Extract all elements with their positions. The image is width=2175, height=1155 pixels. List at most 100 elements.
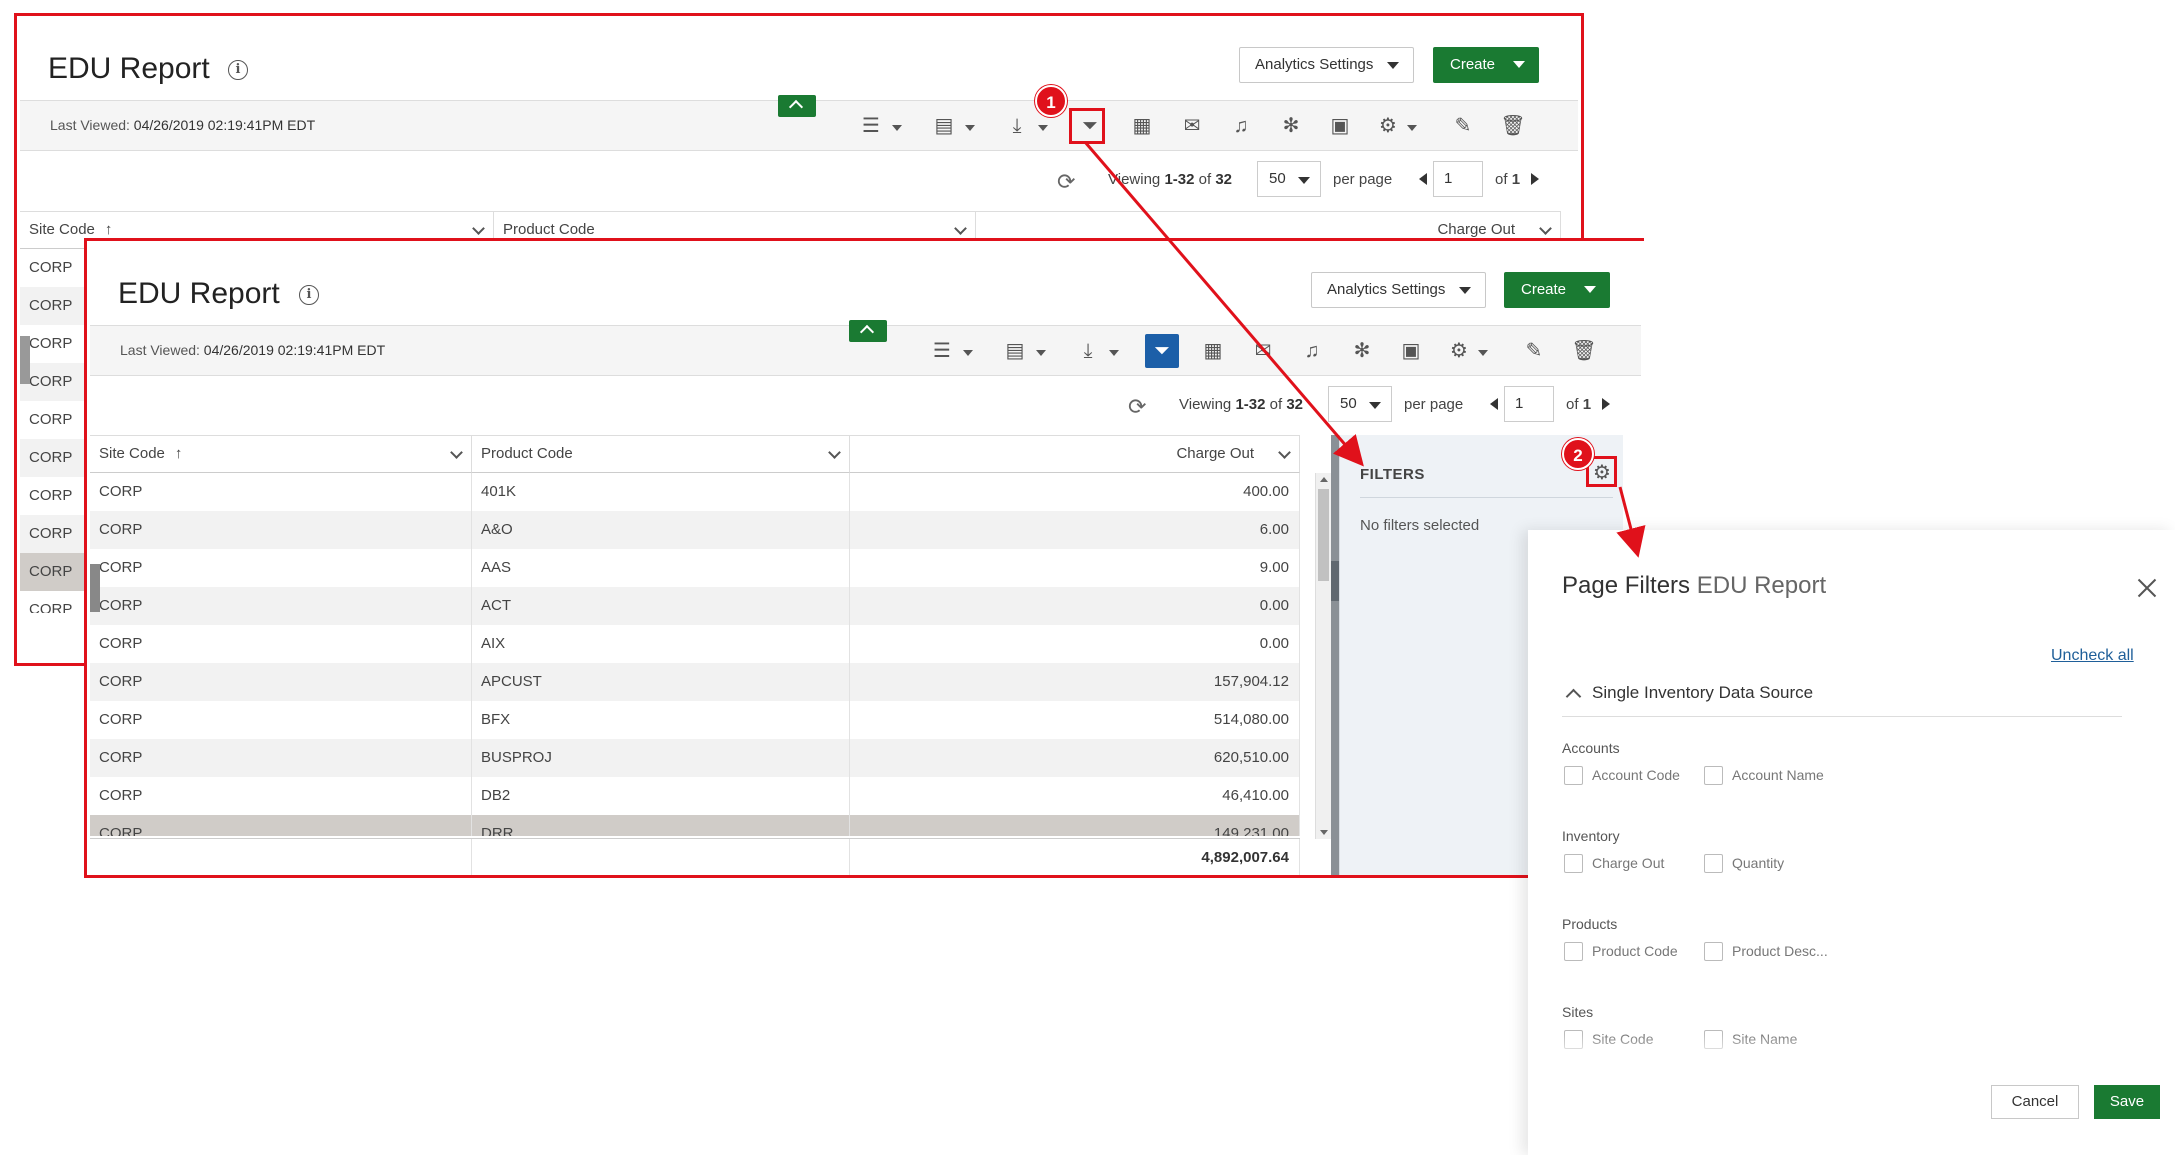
- checkbox-quantity[interactable]: Quantity: [1704, 854, 1784, 873]
- filters-panel-splitter[interactable]: [1331, 435, 1339, 875]
- charge-out-cell: 6.00: [850, 511, 1300, 549]
- download-icon[interactable]: ⤓: [1004, 113, 1030, 139]
- analytics-settings-button[interactable]: Analytics Settings: [1239, 47, 1415, 83]
- caret-down-icon[interactable]: [1407, 125, 1417, 131]
- close-icon[interactable]: [2135, 576, 2159, 600]
- chevron-down-icon[interactable]: [1539, 222, 1552, 235]
- info-icon[interactable]: i: [228, 60, 248, 80]
- product-code-cell: DRR: [472, 815, 850, 836]
- column-header-product-code[interactable]: Product Code: [472, 435, 850, 473]
- alert-bell-icon[interactable]: ♫: [1299, 338, 1325, 364]
- checkbox-account-name[interactable]: Account Name: [1704, 766, 1824, 785]
- save-report-icon[interactable]: ▣: [1398, 338, 1424, 364]
- page-number-input[interactable]: 1: [1433, 161, 1483, 197]
- report-icon[interactable]: ▦: [1129, 113, 1155, 139]
- group-label: Inventory: [1562, 828, 1620, 844]
- analytics-settings-button[interactable]: Analytics Settings: [1311, 272, 1487, 308]
- email-icon[interactable]: ✉: [1179, 113, 1205, 139]
- panel-toggle-handle[interactable]: [20, 336, 30, 384]
- caret-down-icon[interactable]: [1038, 125, 1048, 131]
- table-view-icon[interactable]: ☰: [929, 338, 955, 364]
- table-scrollbar[interactable]: [1315, 473, 1331, 839]
- table-row[interactable]: CORP BUSPROJ 620,510.00: [90, 739, 1300, 777]
- create-button[interactable]: Create: [1504, 272, 1611, 308]
- sort-ascending-icon[interactable]: ↑: [105, 221, 113, 238]
- site-code-cell: CORP: [90, 663, 472, 701]
- table-row[interactable]: CORP BFX 514,080.00: [90, 701, 1300, 739]
- edit-icon[interactable]: ✎: [1450, 113, 1476, 139]
- caret-down-icon[interactable]: [892, 125, 902, 131]
- checkbox-product-code[interactable]: Product Code: [1564, 942, 1678, 961]
- table-row[interactable]: CORP DRR 149,231.00: [90, 815, 1300, 836]
- pivot-icon[interactable]: ✻: [1278, 113, 1304, 139]
- caret-down-icon[interactable]: [963, 350, 973, 356]
- table-view-icon[interactable]: ☰: [858, 113, 884, 139]
- prev-page-icon[interactable]: [1419, 173, 1427, 185]
- delete-icon[interactable]: 🗑: [1500, 113, 1526, 139]
- settings-icon[interactable]: ⚙: [1375, 113, 1401, 139]
- caret-down-icon[interactable]: [1036, 350, 1046, 356]
- chevron-down-icon[interactable]: [450, 446, 463, 459]
- email-icon[interactable]: ✉: [1250, 338, 1276, 364]
- table-row[interactable]: CORP 401K 400.00: [90, 473, 1300, 511]
- create-label: Create: [1521, 281, 1567, 298]
- filter-icon[interactable]: ⏷: [1145, 334, 1179, 368]
- download-icon[interactable]: ⤓: [1075, 338, 1101, 364]
- saved-views-icon[interactable]: ▤: [1002, 338, 1028, 364]
- report-header: EDU Report i Analytics Settings Create: [87, 241, 1644, 325]
- table-row[interactable]: CORP DB2 46,410.00: [90, 777, 1300, 815]
- chevron-down-icon[interactable]: [828, 446, 841, 459]
- site-code-cell: CORP: [90, 511, 472, 549]
- page-number-input[interactable]: 1: [1504, 386, 1554, 422]
- sort-ascending-icon[interactable]: ↑: [175, 445, 183, 462]
- save-report-icon[interactable]: ▣: [1327, 113, 1353, 139]
- checkbox-account-code[interactable]: Account Code: [1564, 766, 1680, 785]
- checkbox-product-desc[interactable]: Product Desc...: [1704, 942, 1828, 961]
- cancel-button[interactable]: Cancel: [1991, 1085, 2079, 1119]
- report-icon[interactable]: ▦: [1200, 338, 1226, 364]
- settings-icon[interactable]: ⚙: [1446, 338, 1472, 364]
- uncheck-all-link[interactable]: Uncheck all: [2051, 647, 2134, 665]
- refresh-icon[interactable]: ⟳: [1128, 394, 1146, 420]
- next-page-icon[interactable]: [1602, 398, 1610, 410]
- caret-down-icon: [1387, 62, 1400, 69]
- column-header-site-code[interactable]: Site Code ↑: [90, 435, 472, 473]
- caret-down-icon[interactable]: [1109, 350, 1119, 356]
- chevron-down-icon[interactable]: [1278, 446, 1291, 459]
- save-button[interactable]: Save: [2094, 1085, 2160, 1119]
- dialog-title-context: EDU Report: [1696, 572, 1827, 599]
- table-row[interactable]: CORP ACT 0.00: [90, 587, 1300, 625]
- table-row[interactable]: CORP A&O 6.00: [90, 511, 1300, 549]
- scrollbar-down-arrow[interactable]: [1320, 830, 1328, 835]
- section-header[interactable]: Single Inventory Data Source: [1562, 683, 2122, 717]
- pivot-icon[interactable]: ✻: [1349, 338, 1375, 364]
- delete-icon[interactable]: 🗑: [1571, 338, 1597, 364]
- scrollbar-up-arrow[interactable]: [1320, 477, 1328, 482]
- caret-down-icon[interactable]: [1478, 350, 1488, 356]
- panel-toggle-handle-right[interactable]: [1331, 561, 1339, 601]
- table-row[interactable]: CORP AAS 9.00: [90, 549, 1300, 587]
- refresh-icon[interactable]: ⟳: [1057, 169, 1075, 195]
- per-page-select[interactable]: 50: [1257, 161, 1321, 197]
- next-page-icon[interactable]: [1531, 173, 1539, 185]
- per-page-select[interactable]: 50: [1328, 386, 1392, 422]
- table-row[interactable]: CORP AIX 0.00: [90, 625, 1300, 663]
- scrollbar-thumb[interactable]: [1318, 489, 1329, 581]
- checkbox-charge-out[interactable]: Charge Out: [1564, 854, 1664, 873]
- info-icon[interactable]: i: [299, 285, 319, 305]
- edit-icon[interactable]: ✎: [1521, 338, 1547, 364]
- caret-down-icon[interactable]: [965, 125, 975, 131]
- alert-bell-icon[interactable]: ♫: [1228, 113, 1254, 139]
- step-badge-2: 2: [1562, 438, 1594, 470]
- chevron-down-icon[interactable]: [954, 222, 967, 235]
- panel-toggle-handle[interactable]: [90, 564, 100, 612]
- create-button[interactable]: Create: [1433, 47, 1540, 83]
- table-row[interactable]: CORP APCUST 157,904.12: [90, 663, 1300, 701]
- column-header-charge-out[interactable]: Charge Out: [850, 435, 1300, 473]
- chevron-down-icon[interactable]: [472, 222, 485, 235]
- collapse-header-button[interactable]: [849, 320, 887, 342]
- saved-views-icon[interactable]: ▤: [931, 113, 957, 139]
- prev-page-icon[interactable]: [1490, 398, 1498, 410]
- collapse-header-button[interactable]: [778, 95, 816, 117]
- scroll-fade: [1528, 1034, 2175, 1064]
